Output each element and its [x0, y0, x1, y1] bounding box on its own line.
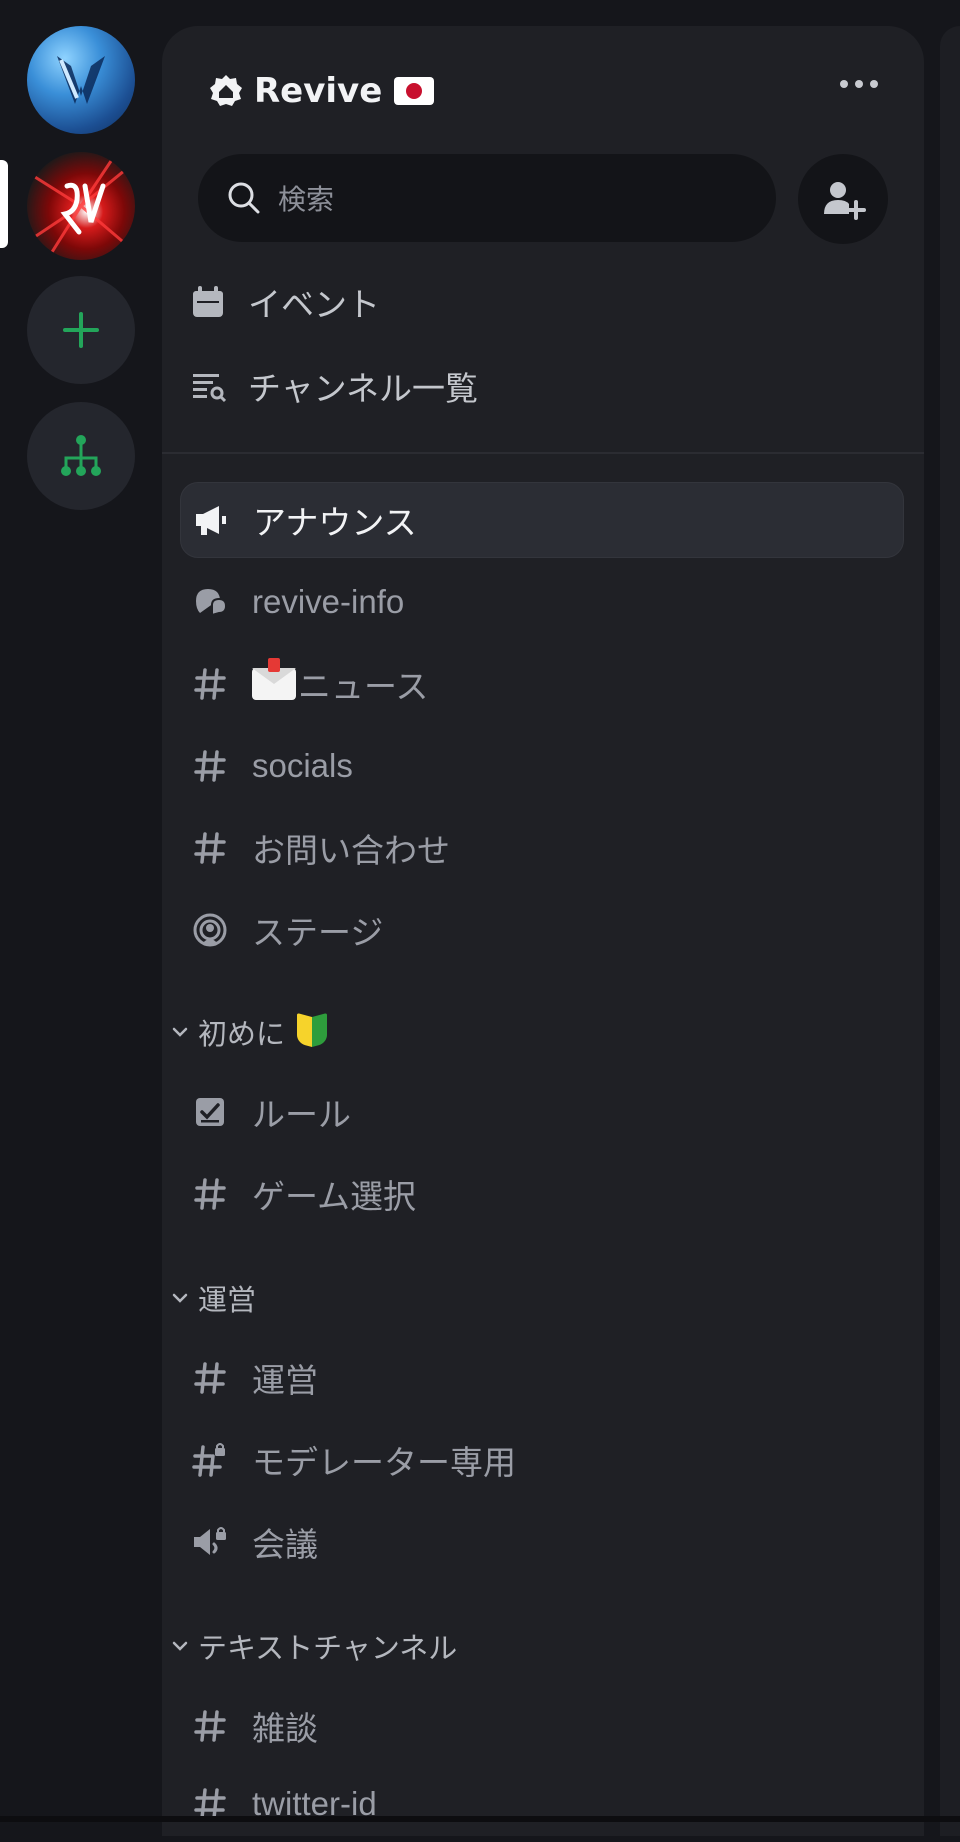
community-home-icon	[210, 75, 242, 106]
dot-icon	[870, 80, 878, 88]
hash-icon	[194, 832, 226, 864]
server-menu-button[interactable]	[840, 80, 878, 88]
server-header[interactable]: Revive	[208, 64, 435, 118]
announcement-icon	[196, 506, 226, 535]
hash-icon	[194, 1362, 226, 1394]
channel-game-select[interactable]: ゲーム選択	[180, 1156, 904, 1232]
chevron-down-icon	[172, 1027, 188, 1037]
plus-icon	[63, 312, 99, 348]
channel-label: revive-info	[252, 583, 405, 620]
server-1-logo-icon	[57, 56, 105, 104]
channel-socials[interactable]: socials	[180, 728, 904, 804]
channel-revive-info[interactable]: revive-info	[180, 564, 904, 640]
channel-meeting[interactable]: 会議	[180, 1504, 904, 1580]
hub-icon	[61, 435, 101, 476]
channel-label: お問い合わせ	[252, 831, 450, 870]
events-label: イベント	[248, 285, 380, 324]
search-placeholder: 検索	[278, 183, 335, 216]
channel-contact[interactable]: お問い合わせ	[180, 810, 904, 886]
calendar-icon	[193, 286, 223, 317]
rules-icon	[196, 1098, 224, 1126]
channel-label: アナウンス	[253, 503, 417, 542]
category-label: 初めに	[198, 1017, 286, 1051]
mail-emoji-icon	[252, 658, 296, 700]
divider	[162, 452, 924, 454]
channel-announcements[interactable]: アナウンス	[180, 482, 904, 558]
search-input[interactable]: 検索	[198, 154, 776, 242]
server-rail	[0, 0, 162, 1822]
channel-browser-label: チャンネル一覧	[248, 369, 479, 408]
category-text-channels[interactable]: テキストチャンネル	[170, 1624, 457, 1668]
chat-panel-edge	[940, 26, 960, 1836]
hash-icon	[194, 750, 226, 782]
channel-stage[interactable]: ステージ	[180, 892, 904, 968]
server-1-avatar[interactable]	[27, 26, 135, 134]
server-2-avatar[interactable]	[27, 152, 135, 260]
bottom-edge	[0, 1816, 960, 1822]
dot-icon	[855, 80, 863, 88]
jp-flag-icon	[394, 77, 435, 105]
channel-label: 会議	[252, 1525, 318, 1564]
add-server-button[interactable]	[27, 276, 135, 384]
channel-chat[interactable]: 雑談	[180, 1688, 904, 1764]
invite-members-button[interactable]	[798, 154, 888, 244]
beginner-mark-icon	[297, 1015, 327, 1049]
channel-label: socials	[252, 747, 353, 784]
channel-news[interactable]: ニュース	[180, 646, 904, 722]
server-2-logo-icon	[27, 152, 135, 260]
channel-label: ステージ	[252, 913, 384, 952]
channel-label: 雑談	[252, 1709, 318, 1748]
selected-server-indicator	[0, 160, 8, 248]
channel-sidebar: Revive 検索 イベント チャンネル一覧 アナウンス revive-info…	[162, 26, 924, 1836]
category-label: テキストチャンネル	[198, 1631, 458, 1665]
stage-icon	[193, 913, 227, 947]
chevron-down-icon	[172, 1293, 188, 1303]
hash-icon	[194, 1710, 226, 1742]
events-link[interactable]: イベント	[190, 272, 380, 332]
forum-icon	[196, 589, 228, 617]
hash-icon	[194, 668, 226, 700]
channel-rules[interactable]: ルール	[180, 1074, 904, 1150]
locked-hash-icon	[192, 1443, 225, 1477]
chevron-down-icon	[172, 1641, 188, 1651]
channel-moderators[interactable]: モデレーター専用	[180, 1422, 904, 1498]
channel-label: ルール	[252, 1095, 351, 1134]
category-management[interactable]: 運営	[170, 1276, 256, 1320]
channel-browse-icon	[193, 374, 226, 403]
hash-icon	[194, 1178, 226, 1210]
channel-label: ゲーム選択	[252, 1177, 417, 1216]
channel-label: 運営	[252, 1361, 318, 1400]
category-label: 運営	[198, 1283, 257, 1317]
channel-label: ニュース	[298, 667, 429, 706]
discover-servers-button[interactable]	[27, 402, 135, 510]
server-name: Revive	[254, 71, 383, 111]
channel-management[interactable]: 運営	[180, 1340, 904, 1416]
channel-browser-link[interactable]: チャンネル一覧	[190, 356, 478, 416]
channel-label: モデレーター専用	[252, 1443, 516, 1482]
channel-twitter-id[interactable]: twitter-id	[180, 1766, 904, 1842]
dot-icon	[840, 80, 848, 88]
add-member-icon	[824, 182, 866, 220]
search-icon	[228, 182, 260, 214]
category-getting-started[interactable]: 初めに	[170, 1010, 327, 1054]
locked-voice-icon	[194, 1527, 226, 1555]
